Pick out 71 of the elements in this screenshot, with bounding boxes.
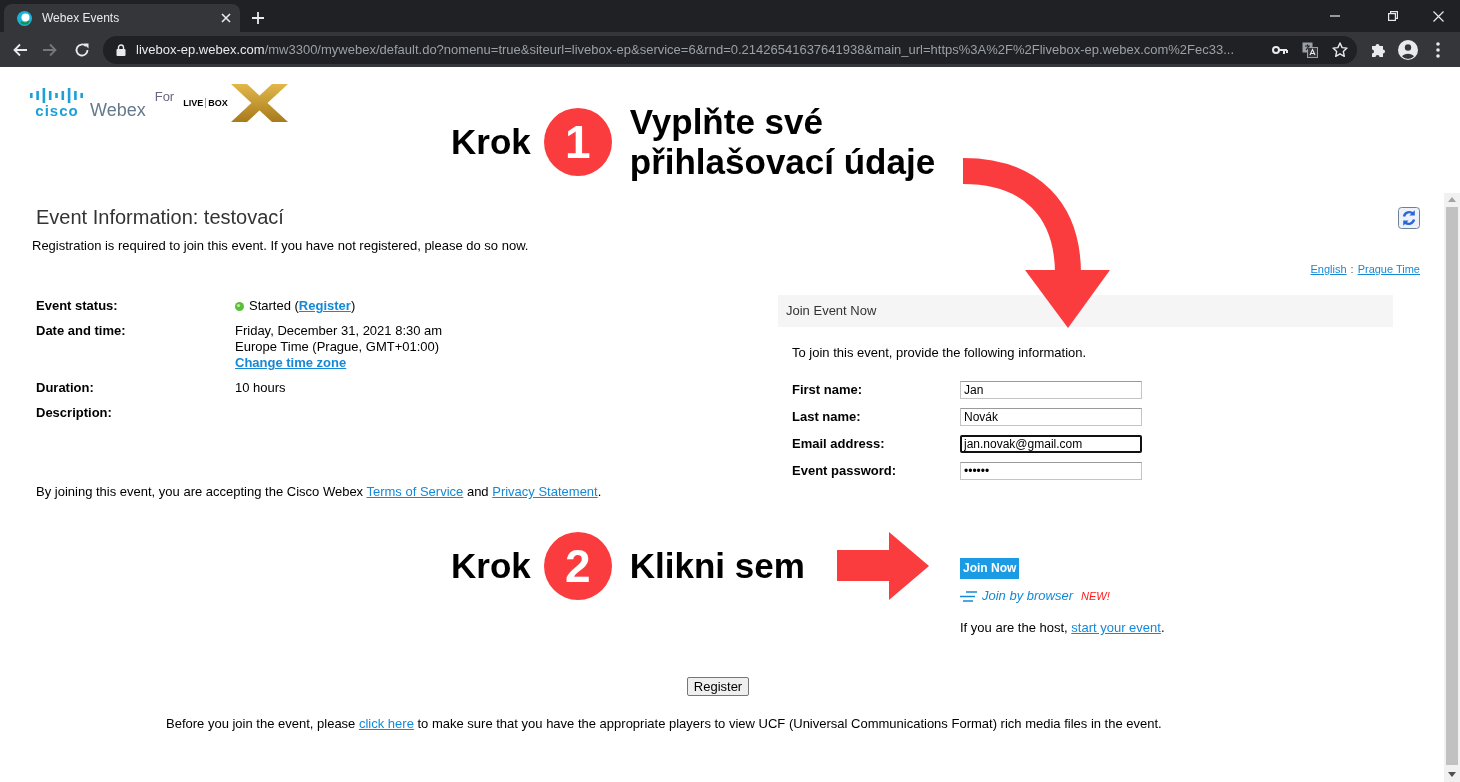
- detail-link[interactable]: Register: [298, 298, 351, 313]
- field-label: First name:: [792, 382, 864, 398]
- reload-icon[interactable]: [74, 41, 90, 58]
- detail-value: Europe Time (Prague, GMT+01:00): [235, 339, 440, 355]
- step-instruction: Klikni sem: [629, 546, 805, 586]
- step-label: Krok: [451, 546, 531, 586]
- back-icon[interactable]: [12, 41, 28, 58]
- detail-label: Duration:: [36, 380, 95, 396]
- policy-link[interactable]: Privacy Statement: [492, 484, 598, 499]
- text-field[interactable]: ••••••: [960, 462, 1142, 480]
- registration-notice: Registration is required to join this event. If you have not registered, please do so now.: [32, 238, 529, 254]
- detail-value: 10 hours: [235, 380, 286, 396]
- check-players-link[interactable]: click here: [358, 716, 414, 731]
- partner-logo-text: LIVE: [183, 97, 204, 109]
- language-link[interactable]: English: [1310, 262, 1347, 276]
- field-label: Event password:: [792, 463, 898, 479]
- text-field[interactable]: Jan: [960, 381, 1142, 399]
- join-by-browser-link[interactable]: Join by browser: [982, 588, 1074, 604]
- close-tab-icon[interactable]: [221, 13, 231, 23]
- panel-header: Join Event Now: [778, 295, 1393, 327]
- step-label: Krok: [451, 122, 531, 162]
- x-logo-icon: [230, 84, 288, 122]
- join-instructions: To join this event, provide the following information.: [792, 345, 1087, 361]
- page-title: Event Information: testovací: [36, 205, 284, 229]
- text-field[interactable]: Novák: [960, 408, 1142, 426]
- scroll-down-icon[interactable]: [1448, 772, 1456, 777]
- logo-wordmark: cisco: [35, 103, 79, 118]
- address-bar[interactable]: livebox-ep.webex.com/mw3300/mywebex/default.do?nomenu=true&siteurl=livebox-ep&service=6&rnd=0.21426541637641938&main_url=https%3A%2F%2Flivebox-ep.webex.com%2Fec33...: [103, 35, 1357, 64]
- detail-label: Date and time:: [36, 323, 127, 339]
- terms-note: By joining this event, you are accepting the Cisco Webex Terms of Service and Privacy Statement.: [36, 484, 602, 500]
- step-instruction: Vyplňte své přihlašovací údaje: [629, 102, 936, 182]
- partner-logo-text: BOX: [208, 97, 228, 109]
- new-label: NEW!: [1081, 589, 1110, 603]
- url-text: livebox-ep.webex.com/mw3300/mywebex/default.do?nomenu=true&siteurl=livebox-ep&service=6&rnd=0.21426541637641938&main_url=https%3A%2F%2Flivebox-ep.webex.com%2Fec33...: [136, 40, 1235, 59]
- register-button[interactable]: Register: [686, 677, 750, 696]
- footer-note: Before you join the event, please click here to make sure that you have the appropriate players to view UCF (Universal Communications Format) rich media files in the event.: [166, 716, 1162, 732]
- start-event-link[interactable]: start your event: [1071, 620, 1161, 635]
- text-field[interactable]: jan.novak@gmail.com: [960, 435, 1142, 453]
- scrollbar-thumb[interactable]: [1446, 207, 1458, 765]
- signal-bars-icon: [30, 88, 84, 103]
- restore-icon[interactable]: [1388, 11, 1398, 21]
- status-dot-icon: [235, 301, 244, 311]
- field-label: Last name:: [792, 409, 862, 425]
- detail-value: Friday, December 31, 2021 8:30 am: [235, 323, 443, 339]
- key-icon[interactable]: [1272, 44, 1288, 55]
- refresh-icon[interactable]: [1398, 207, 1420, 229]
- new-tab-icon[interactable]: [252, 12, 264, 24]
- join-now-button[interactable]: Join Now: [960, 558, 1020, 579]
- product-name: Webex: [90, 100, 146, 120]
- policy-link[interactable]: Terms of Service: [366, 484, 464, 499]
- detail-value: Started (Register): [249, 298, 356, 314]
- favicon-icon: [17, 10, 32, 26]
- more-menu-icon[interactable]: [1436, 41, 1440, 58]
- detail-label: Event status:: [36, 298, 119, 314]
- time-zone-link[interactable]: Prague Time: [1357, 262, 1420, 276]
- detail-link[interactable]: Change time zone: [235, 355, 347, 371]
- puzzle-icon[interactable]: [1370, 41, 1386, 58]
- host-note: If you are the host, start your event.: [960, 620, 1165, 636]
- link-separator: :: [1350, 262, 1354, 276]
- field-label: Email address:: [792, 436, 886, 452]
- lines-icon: [960, 590, 977, 602]
- logo-connector-text: For: [154, 89, 175, 104]
- step-number: 1: [543, 108, 612, 176]
- close-window-icon[interactable]: [1432, 10, 1444, 22]
- translate-icon[interactable]: [1302, 41, 1318, 58]
- star-icon[interactable]: [1332, 41, 1348, 58]
- step-number: 2: [543, 532, 612, 600]
- avatar-icon[interactable]: [1398, 39, 1418, 60]
- scrollbar[interactable]: [1444, 193, 1460, 782]
- browser-tab[interactable]: Webex Events: [4, 4, 240, 32]
- lock-icon: [116, 43, 126, 56]
